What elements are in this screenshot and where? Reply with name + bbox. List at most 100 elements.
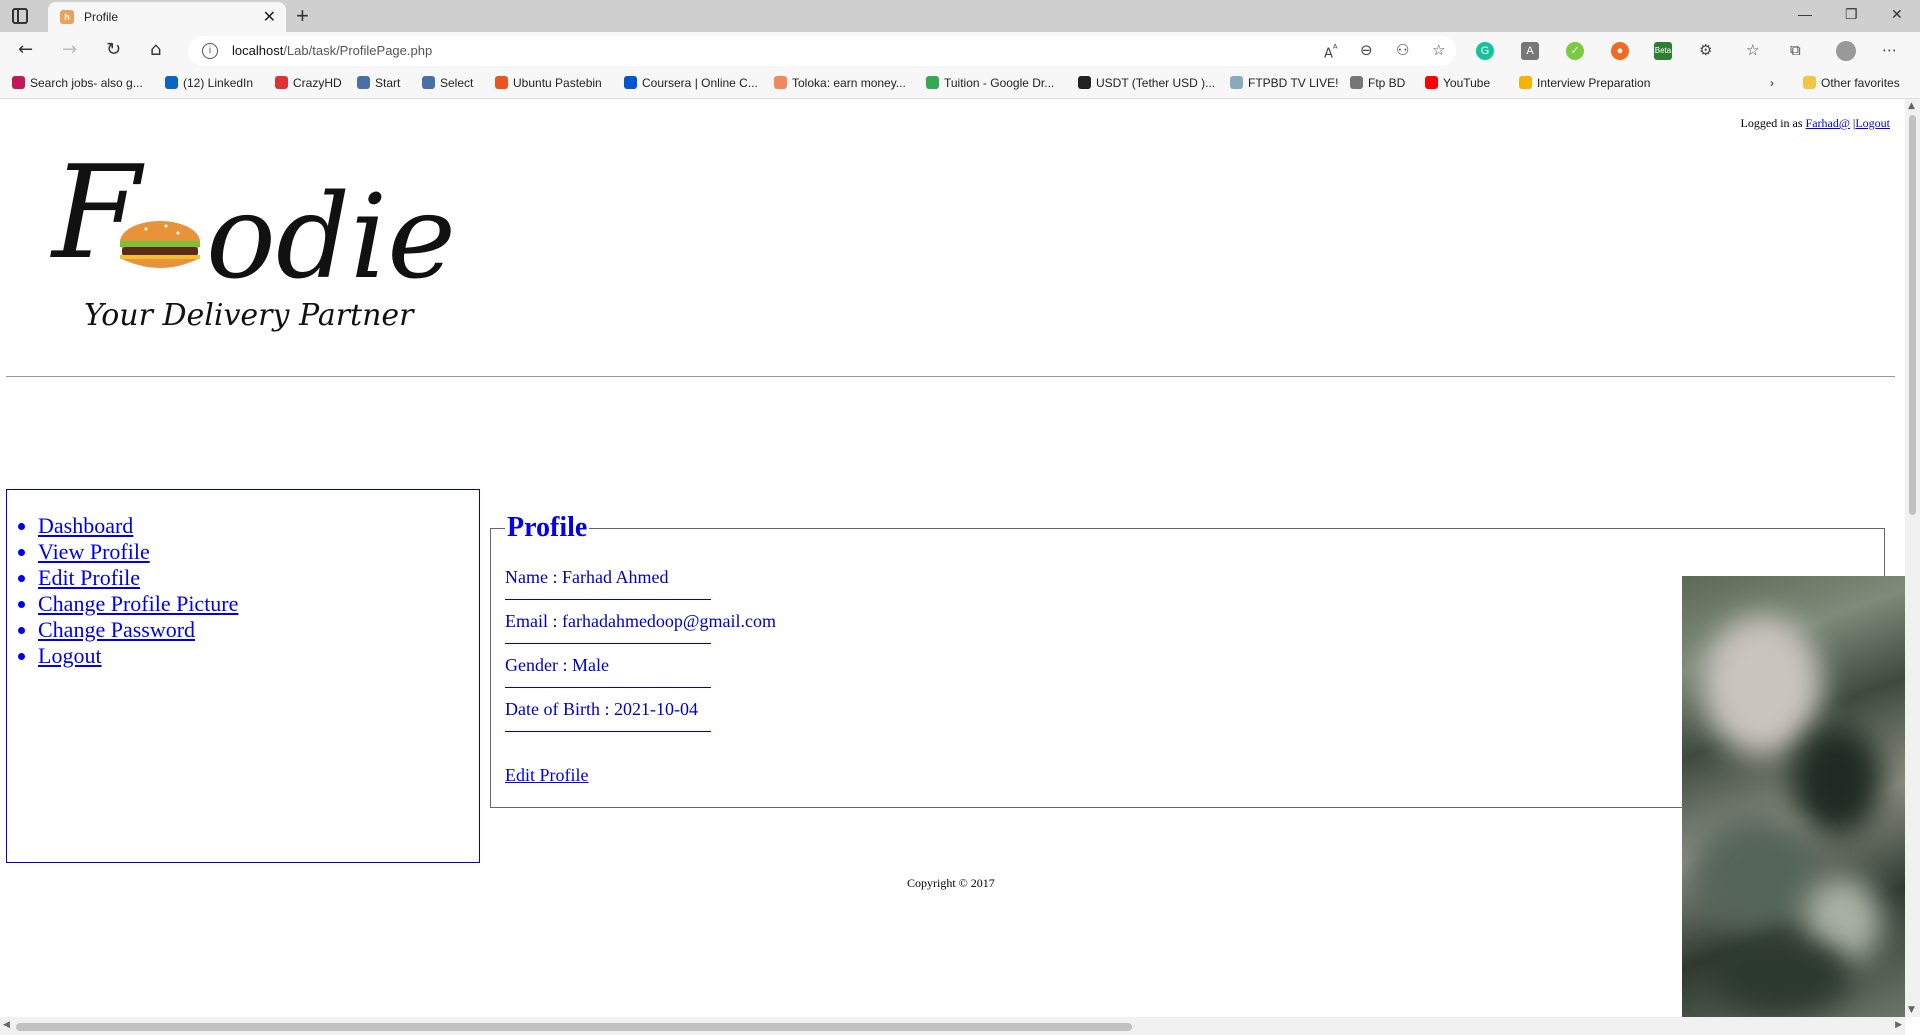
workspaces-icon[interactable] bbox=[12, 8, 28, 24]
change-profile-picture-link[interactable]: Change Profile Picture bbox=[38, 591, 238, 616]
svg-text:F: F bbox=[50, 139, 145, 288]
extension-check-icon[interactable]: ✓ bbox=[1566, 42, 1584, 60]
bookmark-favicon-icon bbox=[624, 76, 637, 89]
bookmark-item[interactable]: YouTube bbox=[1425, 76, 1490, 90]
more-menu-icon[interactable]: ⋯ bbox=[1882, 41, 1897, 59]
new-tab-icon[interactable]: + bbox=[296, 3, 309, 29]
profile-edit-link[interactable]: Edit Profile bbox=[505, 765, 589, 786]
edit-profile-link[interactable]: Edit Profile bbox=[38, 565, 140, 590]
bookmark-favicon-icon bbox=[12, 76, 25, 89]
extension-a-icon[interactable]: A bbox=[1521, 42, 1539, 60]
scroll-left-icon[interactable]: ◀ bbox=[3, 1020, 10, 1030]
header-divider bbox=[6, 376, 1895, 377]
bookmark-item[interactable]: Start bbox=[357, 76, 400, 90]
navigation-bar: ← → ↻ ⌂ i localhost/Lab/task/ProfilePage… bbox=[0, 32, 1920, 70]
bookmark-item[interactable]: USDT (Tether USD )... bbox=[1078, 76, 1215, 90]
site-info-icon[interactable]: i bbox=[202, 43, 218, 59]
profile-divider bbox=[505, 687, 711, 688]
forward-icon[interactable]: → bbox=[62, 40, 77, 60]
address-bar[interactable]: i localhost/Lab/task/ProfilePage.php Aᴬ … bbox=[188, 36, 1456, 66]
favorites-icon[interactable]: ☆ bbox=[1746, 41, 1759, 59]
bookmark-favicon-icon bbox=[1350, 76, 1363, 89]
bookmark-favicon-icon bbox=[1425, 76, 1438, 89]
profile-divider bbox=[505, 731, 711, 732]
bookmark-item[interactable]: Toloka: earn money... bbox=[774, 76, 906, 90]
bookmark-favicon-icon bbox=[774, 76, 787, 89]
bookmark-label: YouTube bbox=[1443, 76, 1491, 90]
horizontal-scrollbar[interactable]: ◀ ▶ bbox=[0, 1017, 1905, 1035]
bookmark-item[interactable]: Ftp BD bbox=[1350, 76, 1405, 90]
bookmark-item[interactable]: FTPBD TV LIVE! bbox=[1230, 76, 1338, 90]
extension-beta-icon[interactable]: Beta bbox=[1654, 42, 1672, 60]
horizontal-scroll-thumb[interactable] bbox=[16, 1023, 1132, 1031]
logout-link[interactable]: Logout bbox=[38, 643, 102, 668]
tab-title: Profile bbox=[84, 10, 119, 24]
url-text[interactable]: localhost/Lab/task/ProfilePage.php bbox=[232, 43, 432, 58]
add-favorite-icon[interactable]: ☆ bbox=[1432, 41, 1445, 59]
grammarly-icon[interactable]: G bbox=[1476, 42, 1494, 60]
foodie-logo: F odie Your Delivery Partner bbox=[46, 129, 466, 364]
sidebar-item-edit-profile: Edit Profile bbox=[38, 565, 479, 591]
bookmark-item[interactable]: Search jobs- also g... bbox=[12, 76, 143, 90]
svg-text:odie: odie bbox=[206, 170, 456, 305]
profile-email: Email : farhadahmedoop@gmail.com bbox=[505, 611, 776, 631]
vertical-scrollbar[interactable]: ▲ ▼ bbox=[1905, 99, 1920, 1017]
bookmark-item[interactable]: Coursera | Online C... bbox=[624, 76, 758, 90]
bookmark-label: Ftp BD bbox=[1368, 76, 1406, 90]
profile-avatar-icon[interactable] bbox=[1836, 41, 1856, 61]
bookmark-favicon-icon bbox=[1230, 76, 1243, 89]
view-profile-link[interactable]: View Profile bbox=[38, 539, 150, 564]
scroll-right-icon[interactable]: ▶ bbox=[1895, 1020, 1902, 1030]
close-tab-icon[interactable]: ✕ bbox=[263, 7, 276, 27]
profile-divider bbox=[505, 599, 711, 600]
minimize-icon[interactable]: — bbox=[1798, 6, 1812, 22]
bookmark-item[interactable]: Ubuntu Pastebin bbox=[495, 76, 602, 90]
restore-icon[interactable]: ❐ bbox=[1845, 6, 1858, 23]
dashboard-link[interactable]: Dashboard bbox=[38, 513, 133, 538]
zoom-out-icon[interactable]: ⊖ bbox=[1360, 41, 1373, 59]
bookmark-item[interactable]: Interview Preparation bbox=[1519, 76, 1650, 90]
login-status: Logged in as Farhad@ |Logout bbox=[1741, 116, 1890, 131]
bookmark-label: Coursera | Online C... bbox=[642, 76, 758, 90]
profile-fieldset: Profile Name : Farhad Ahmed Email : farh… bbox=[490, 512, 1885, 808]
bookmark-label: Search jobs- also g... bbox=[30, 76, 143, 90]
refresh-icon[interactable]: ↻ bbox=[106, 40, 121, 60]
back-icon[interactable]: ← bbox=[18, 40, 33, 60]
username-link[interactable]: Farhad@ bbox=[1806, 116, 1850, 130]
bookmark-favicon-icon bbox=[165, 76, 178, 89]
scroll-down-icon[interactable]: ▼ bbox=[1908, 1005, 1915, 1015]
extension-orange-icon[interactable]: ● bbox=[1611, 42, 1629, 60]
extensions-icon[interactable]: ⚙ bbox=[1699, 41, 1712, 59]
copyright-text: Copyright © 2017 bbox=[907, 876, 995, 890]
bookmark-item[interactable]: Tuition - Google Dr... bbox=[926, 76, 1054, 90]
bookmark-item[interactable]: CrazyHD bbox=[275, 76, 342, 90]
webcam-overlay bbox=[1682, 576, 1905, 1018]
tab-strip: h Profile ✕ + — ❐ ✕ bbox=[0, 0, 1920, 32]
scroll-up-icon[interactable]: ▲ bbox=[1908, 101, 1915, 111]
change-password-link[interactable]: Change Password bbox=[38, 617, 195, 642]
close-window-icon[interactable]: ✕ bbox=[1891, 6, 1903, 23]
sidebar-item-view-profile: View Profile bbox=[38, 539, 479, 565]
vertical-scroll-thumb[interactable] bbox=[1909, 115, 1916, 515]
bookmark-favicon-icon bbox=[495, 76, 508, 89]
sidebar-item-logout: Logout bbox=[38, 643, 479, 669]
bookmarks-overflow-icon[interactable]: › bbox=[1770, 76, 1774, 90]
bookmark-label: (12) LinkedIn bbox=[183, 76, 254, 90]
bookmark-item[interactable]: (12) LinkedIn bbox=[165, 76, 253, 90]
bookmark-label: Ubuntu Pastebin bbox=[513, 76, 602, 90]
bookmark-label: Start bbox=[375, 76, 401, 90]
browser-tab[interactable]: h Profile ✕ bbox=[48, 2, 286, 32]
other-favorites-folder[interactable]: Other favorites bbox=[1803, 76, 1900, 90]
bookmark-item[interactable]: Select bbox=[422, 76, 473, 90]
bookmark-label: Toloka: earn money... bbox=[792, 76, 906, 90]
read-aloud-icon[interactable]: Aᴬ bbox=[1324, 42, 1338, 61]
bookmark-favicon-icon bbox=[1519, 76, 1532, 89]
bookmark-favicon-icon bbox=[357, 76, 370, 89]
bookmark-favicon-icon bbox=[1078, 76, 1091, 89]
home-icon[interactable]: ⌂ bbox=[150, 40, 161, 60]
bookmark-favicon-icon bbox=[422, 76, 435, 89]
header-logout-link[interactable]: Logout bbox=[1855, 116, 1890, 130]
collections-icon[interactable]: ⧉ bbox=[1790, 41, 1801, 59]
account-icon[interactable]: ⚇ bbox=[1396, 41, 1409, 59]
burger-icon bbox=[120, 221, 200, 268]
